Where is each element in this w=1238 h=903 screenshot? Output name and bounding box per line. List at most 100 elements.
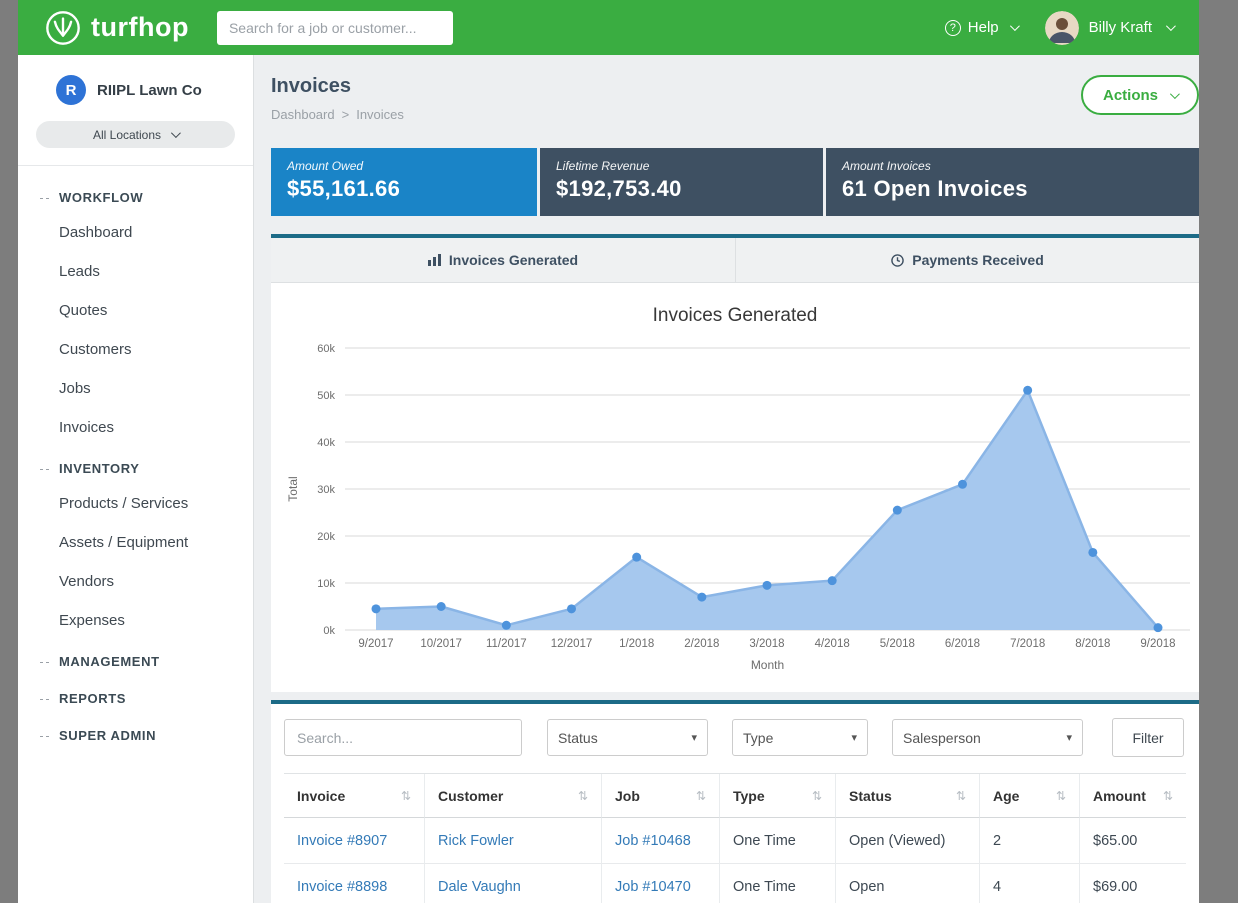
col-invoice[interactable]: Invoice ⇅ (284, 774, 424, 818)
sidebar-item-customers[interactable]: Customers (18, 330, 253, 369)
svg-text:10k: 10k (317, 578, 335, 590)
col-job[interactable]: Job ⇅ (601, 774, 719, 818)
locations-selector[interactable]: All Locations (36, 121, 235, 148)
locations-label: All Locations (93, 128, 161, 142)
stat-open-invoices: Amount Invoices 61 Open Invoices (826, 148, 1199, 216)
svg-text:4/2018: 4/2018 (815, 638, 850, 650)
svg-text:6/2018: 6/2018 (945, 638, 980, 650)
col-amount[interactable]: Amount ⇅ (1079, 774, 1186, 818)
sort-icon[interactable]: ⇅ (401, 789, 411, 803)
sort-icon[interactable]: ⇅ (956, 789, 966, 803)
company-logo: R (56, 75, 86, 105)
salesperson-select[interactable]: Salesperson ▾ (892, 719, 1083, 756)
stat-value: $192,753.40 (556, 176, 807, 202)
table-search-input[interactable] (284, 719, 522, 756)
caret-down-icon: ▾ (1066, 731, 1072, 744)
stat-label: Amount Invoices (842, 159, 1183, 173)
sidebar-item-products-services[interactable]: Products / Services (18, 484, 253, 523)
global-search-input[interactable] (217, 11, 453, 45)
sidebar-section-inventory[interactable]: INVENTORY (18, 447, 253, 484)
customer-link[interactable]: Dale Vaughn (424, 864, 601, 903)
svg-text:5/2018: 5/2018 (880, 638, 915, 650)
sidebar-section-management[interactable]: MANAGEMENT (18, 640, 253, 677)
job-link[interactable]: Job #10470 (601, 864, 719, 903)
filter-button[interactable]: Filter (1112, 718, 1184, 757)
help-menu[interactable]: ? Help (945, 19, 1017, 36)
customer-link[interactable]: Rick Fowler (424, 818, 601, 864)
col-type[interactable]: Type ⇅ (719, 774, 835, 818)
invoices-table: Invoice ⇅ Customer ⇅ Job ⇅ Type ⇅ (284, 773, 1186, 903)
svg-text:8/2018: 8/2018 (1075, 638, 1110, 650)
invoice-link[interactable]: Invoice #8907 (284, 818, 424, 864)
svg-text:7/2018: 7/2018 (1010, 638, 1045, 650)
age-cell: 2 (979, 818, 1079, 864)
sort-icon[interactable]: ⇅ (696, 789, 706, 803)
svg-text:60k: 60k (317, 343, 335, 355)
sidebar-section-super-admin[interactable]: SUPER ADMIN (18, 714, 253, 751)
sort-icon[interactable]: ⇅ (578, 789, 588, 803)
sidebar-item-assets-equipment[interactable]: Assets / Equipment (18, 523, 253, 562)
sidebar-item-expenses[interactable]: Expenses (18, 601, 253, 640)
help-label: Help (968, 19, 999, 36)
sort-icon[interactable]: ⇅ (812, 789, 822, 803)
avatar-image (1045, 11, 1079, 45)
stat-lifetime-revenue: Lifetime Revenue $192,753.40 (540, 148, 823, 216)
stats-row: Amount Owed $55,161.66 Lifetime Revenue … (271, 148, 1199, 216)
company-name: RIIPL Lawn Co (97, 82, 202, 99)
sidebar-section-reports[interactable]: REPORTS (18, 677, 253, 714)
user-name: Billy Kraft (1089, 19, 1152, 36)
type-select[interactable]: Type ▾ (732, 719, 868, 756)
table-row: Invoice #8907 Rick Fowler Job #10468 One… (284, 818, 1186, 864)
clock-icon (891, 254, 904, 267)
job-link[interactable]: Job #10468 (601, 818, 719, 864)
col-label: Customer (438, 788, 503, 804)
chart-title: Invoices Generated (271, 305, 1199, 327)
user-menu[interactable]: Billy Kraft (1045, 11, 1173, 45)
svg-text:50k: 50k (317, 390, 335, 402)
sort-icon[interactable]: ⇅ (1056, 789, 1066, 803)
col-label: Type (733, 788, 765, 804)
type-cell: One Time (719, 818, 835, 864)
sidebar-item-invoices[interactable]: Invoices (18, 408, 253, 447)
tab-invoices-generated[interactable]: Invoices Generated (271, 238, 735, 282)
status-cell: Open (Viewed) (835, 818, 979, 864)
breadcrumb-dashboard[interactable]: Dashboard (271, 107, 335, 122)
sidebar-item-vendors[interactable]: Vendors (18, 562, 253, 601)
invoices-generated-chart: 0k10k20k30k40k50k60k9/201710/201711/2017… (271, 335, 1199, 675)
col-status[interactable]: Status ⇅ (835, 774, 979, 818)
sort-icon[interactable]: ⇅ (1163, 789, 1173, 803)
caret-down-icon: ▾ (691, 731, 697, 744)
avatar (1045, 11, 1079, 45)
invoice-link[interactable]: Invoice #8898 (284, 864, 424, 903)
col-age[interactable]: Age ⇅ (979, 774, 1079, 818)
stat-label: Amount Owed (287, 159, 521, 173)
col-customer[interactable]: Customer ⇅ (424, 774, 601, 818)
turfhop-logo-icon (44, 9, 82, 47)
tab-label: Payments Received (912, 252, 1044, 268)
svg-text:0k: 0k (323, 625, 335, 637)
turfhop-logo[interactable]: turfhop (44, 9, 189, 47)
sidebar-item-dashboard[interactable]: Dashboard (18, 213, 253, 252)
table-header: Invoice ⇅ Customer ⇅ Job ⇅ Type ⇅ (284, 774, 1186, 818)
topbar-right: ? Help Billy Kraft (945, 11, 1173, 45)
main-content: Invoices Dashboard > Invoices Actions Am… (254, 55, 1199, 903)
status-select-value: Status (558, 730, 598, 746)
sidebar-item-leads[interactable]: Leads (18, 252, 253, 291)
chart-panel: Invoices Generated 0k10k20k30k40k50k60k9… (271, 283, 1199, 692)
type-cell: One Time (719, 864, 835, 903)
status-select[interactable]: Status ▾ (547, 719, 708, 756)
sidebar: R RIIPL Lawn Co All Locations WORKFLOW D… (18, 55, 254, 903)
chart-tabs: Invoices Generated Payments Received (271, 234, 1199, 283)
svg-text:Month: Month (751, 658, 784, 672)
tab-payments-received[interactable]: Payments Received (735, 238, 1199, 282)
svg-text:11/2017: 11/2017 (486, 638, 527, 650)
actions-button[interactable]: Actions (1081, 75, 1199, 115)
sidebar-item-quotes[interactable]: Quotes (18, 291, 253, 330)
sidebar-item-jobs[interactable]: Jobs (18, 369, 253, 408)
sidebar-section-workflow[interactable]: WORKFLOW (18, 176, 253, 213)
topbar: turfhop ? Help Billy Kraft (18, 0, 1199, 55)
col-label: Age (993, 788, 1019, 804)
chevron-down-icon (1170, 89, 1180, 99)
age-cell: 4 (979, 864, 1079, 903)
svg-text:10/2017: 10/2017 (420, 638, 462, 650)
